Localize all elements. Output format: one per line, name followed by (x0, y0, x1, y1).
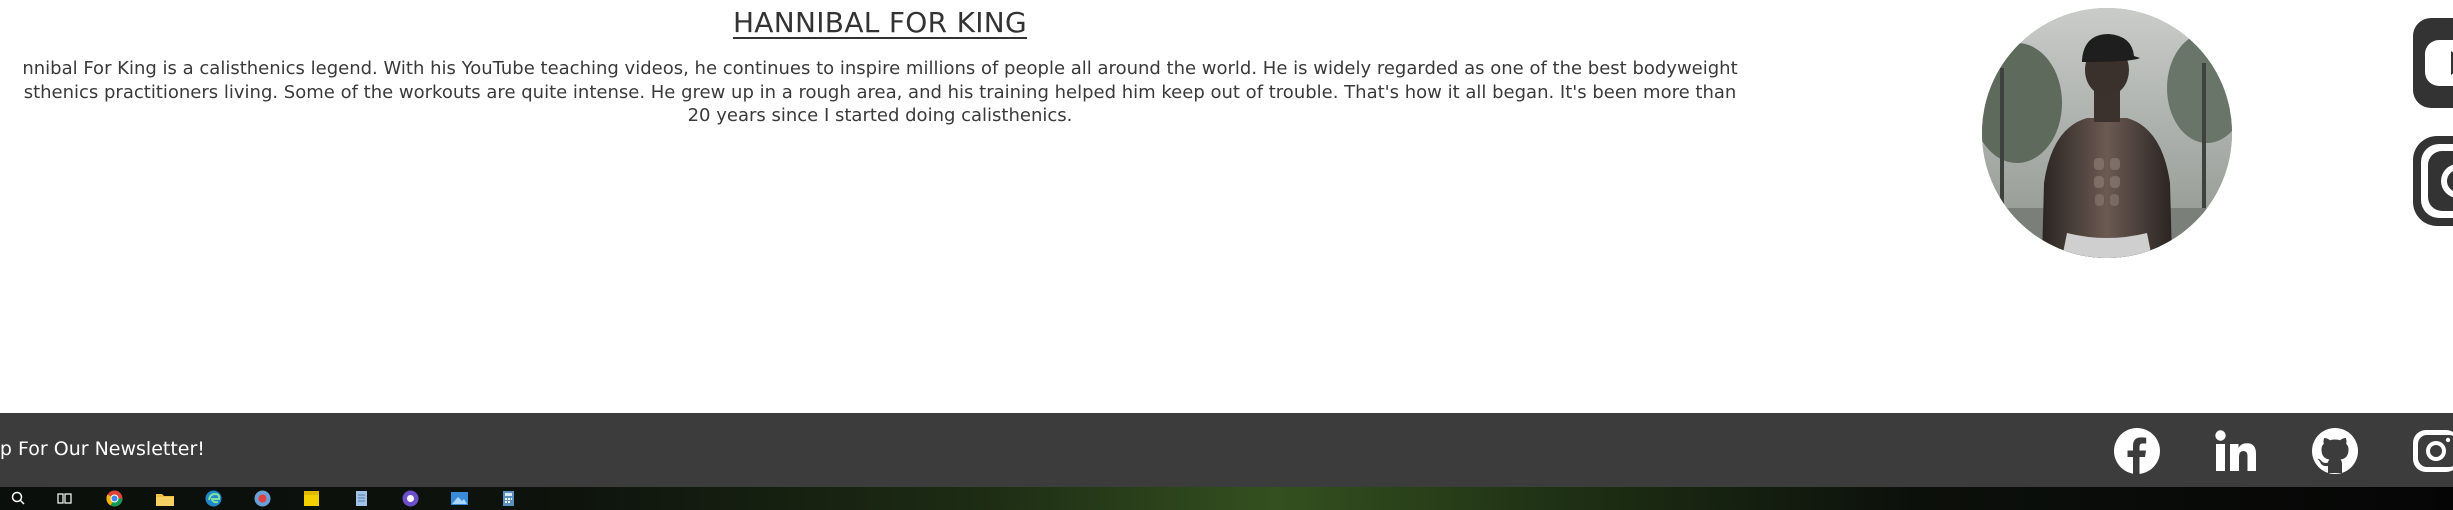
athlete-text-block: HANNIBAL FOR KING nnibal For King is a c… (0, 6, 1800, 128)
athlete-description: nnibal For King is a calisthenics legend… (0, 57, 1800, 128)
side-instagram-link[interactable] (2413, 136, 2453, 226)
newsletter-signup-link[interactable]: Up For Our Newsletter! (0, 438, 205, 460)
sticky-notes-icon[interactable] (303, 490, 320, 507)
description-line: 20 years since I started doing calisthen… (687, 105, 1073, 126)
linkedin-icon (2215, 430, 2256, 471)
instagram-icon (2413, 136, 2453, 226)
page: HANNIBAL FOR KING nnibal For King is a c… (0, 0, 2453, 510)
description-line: nnibal For King is a calisthenics legend… (22, 58, 1738, 79)
youtube-icon (2413, 18, 2453, 108)
description-line: sthenics practitioners living. Some of t… (23, 81, 1737, 103)
edge-icon[interactable] (205, 490, 222, 507)
footer-instagram-link[interactable] (2410, 427, 2453, 475)
athlete-portrait-image (1982, 8, 2232, 258)
app-icon[interactable] (402, 490, 419, 507)
footer-linkedin-link[interactable] (2212, 427, 2260, 475)
instagram-icon (2413, 430, 2453, 472)
athlete-title: HANNIBAL FOR KING (732, 6, 1028, 39)
footer-github-link[interactable] (2311, 427, 2359, 475)
file-explorer-icon[interactable] (155, 490, 175, 507)
chrome-icon[interactable] (106, 490, 123, 507)
document-icon[interactable] (353, 490, 370, 507)
side-youtube-link[interactable] (2413, 18, 2453, 108)
search-icon[interactable] (10, 490, 27, 507)
taskbar (0, 487, 2453, 510)
github-icon (2312, 428, 2358, 474)
athlete-section: HANNIBAL FOR KING nnibal For King is a c… (0, 0, 2453, 413)
athlete-photo (1982, 8, 2232, 258)
footer-facebook-link[interactable] (2113, 427, 2161, 475)
footer: Up For Our Newsletter! (0, 413, 2453, 487)
facebook-icon (2114, 428, 2160, 474)
browser-icon[interactable] (254, 490, 271, 507)
calculator-icon[interactable] (500, 490, 517, 507)
photos-icon[interactable] (450, 490, 469, 507)
task-view-icon[interactable] (56, 490, 73, 507)
